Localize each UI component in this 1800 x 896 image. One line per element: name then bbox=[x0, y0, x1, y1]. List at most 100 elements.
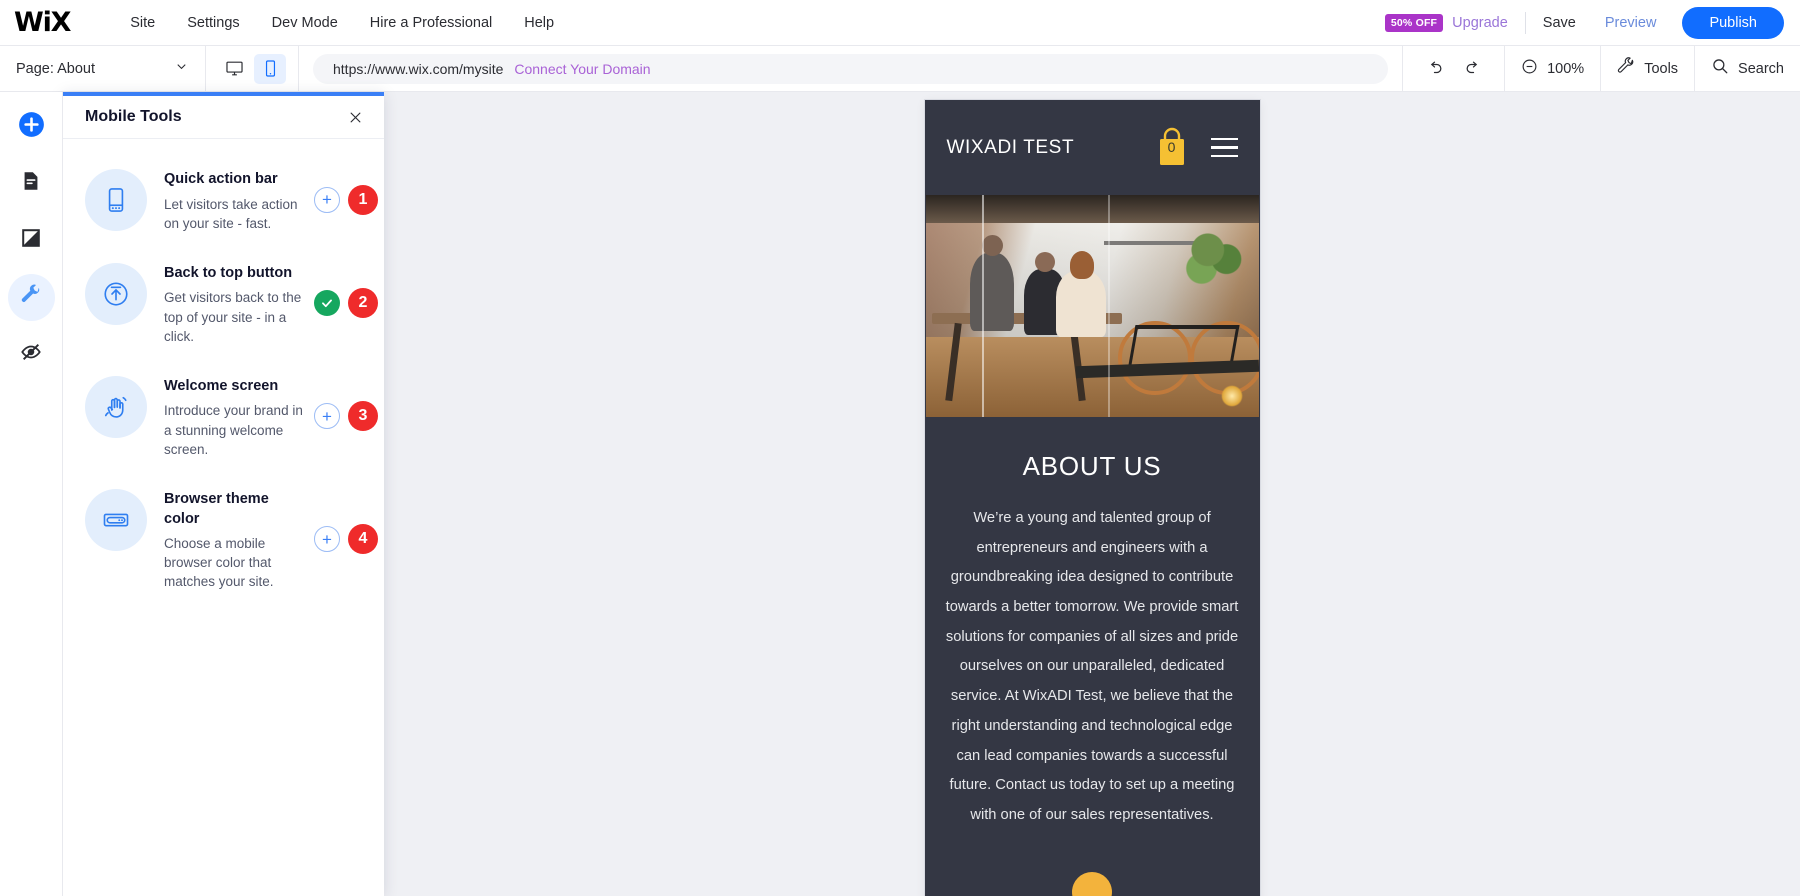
redo-button[interactable] bbox=[1458, 54, 1488, 84]
tool-text: Quick action bar Let visitors take actio… bbox=[164, 167, 307, 233]
top-menu-bar: WiX Site Settings Dev Mode Hire a Profes… bbox=[0, 0, 1800, 46]
check-icon[interactable] bbox=[314, 290, 340, 317]
tool-title: Browser theme color bbox=[164, 490, 269, 527]
hero-lamp bbox=[1220, 385, 1243, 407]
hero-ceiling bbox=[925, 195, 1259, 223]
plus-icon bbox=[18, 111, 45, 143]
tool-row-browser-theme-color[interactable]: Browser theme color Choose a mobile brow… bbox=[63, 473, 384, 606]
preview-button[interactable]: Preview bbox=[1605, 15, 1657, 31]
wrench-icon bbox=[1617, 57, 1635, 80]
upgrade-link[interactable]: Upgrade bbox=[1452, 15, 1508, 31]
site-url: https://www.wix.com/mysite bbox=[333, 60, 504, 77]
undo-button[interactable] bbox=[1419, 54, 1449, 84]
tool-add-button[interactable]: + bbox=[314, 526, 340, 553]
search-button[interactable]: Search bbox=[1695, 46, 1800, 91]
menu-item-hire-a-professional[interactable]: Hire a Professional bbox=[354, 9, 509, 37]
site-url-bar[interactable]: https://www.wix.com/mysite Connect Your … bbox=[313, 53, 1389, 84]
back-to-top-floating-button[interactable] bbox=[1072, 872, 1112, 896]
design-icon bbox=[20, 227, 42, 254]
plus-icon[interactable]: + bbox=[314, 186, 340, 213]
discount-badge: 50% OFF bbox=[1384, 13, 1444, 32]
zoom-out-icon[interactable] bbox=[1521, 58, 1538, 80]
editor-body: Mobile Tools Quick action bar Let visito… bbox=[0, 92, 1800, 896]
page-selector[interactable]: Page: About bbox=[0, 46, 205, 91]
about-paragraph[interactable]: We’re a young and talented group of entr… bbox=[945, 504, 1240, 831]
hero-bicycle-frame bbox=[1127, 325, 1240, 365]
zoom-level-label: 100% bbox=[1547, 60, 1585, 77]
close-icon[interactable] bbox=[344, 106, 366, 128]
sidebar-item-mobile-tools[interactable] bbox=[7, 274, 55, 321]
sidebar-item-add-elements[interactable] bbox=[8, 103, 55, 150]
main-menu: Site Settings Dev Mode Hire a Profession… bbox=[114, 9, 570, 37]
publish-button[interactable]: Publish bbox=[1682, 6, 1784, 39]
menu-item-settings[interactable]: Settings bbox=[171, 9, 255, 37]
editor-canvas: WIXADI TEST 0 ABOUT US We’re a young and… bbox=[384, 92, 1800, 896]
plus-icon[interactable]: + bbox=[314, 403, 340, 430]
sidebar-item-hidden-elements[interactable] bbox=[8, 331, 55, 378]
hero-plant bbox=[1182, 225, 1245, 287]
connect-domain-link[interactable]: Connect Your Domain bbox=[514, 61, 650, 77]
panel-header: Mobile Tools bbox=[63, 96, 384, 139]
wix-logo[interactable]: WiX bbox=[14, 7, 71, 38]
mobile-action-bar-icon bbox=[85, 169, 147, 231]
site-header-actions: 0 bbox=[1153, 127, 1238, 169]
tool-description: Choose a mobile browser color that match… bbox=[164, 536, 274, 590]
desktop-view-button[interactable] bbox=[218, 54, 250, 84]
hamburger-menu-icon[interactable] bbox=[1210, 137, 1238, 158]
waving-hand-icon bbox=[85, 375, 147, 438]
tool-title: Welcome screen bbox=[164, 377, 279, 394]
hero-person bbox=[969, 235, 1014, 331]
about-section[interactable]: ABOUT US We’re a young and talented grou… bbox=[925, 417, 1260, 851]
tool-row-back-to-top-button[interactable]: Back to top button Get visitors back to … bbox=[63, 247, 384, 360]
zoom-control[interactable]: 100% bbox=[1505, 46, 1600, 91]
left-sidebar bbox=[0, 92, 63, 896]
toolbar-right-actions: 100% Tools Search bbox=[1402, 45, 1800, 92]
sidebar-item-site-design[interactable] bbox=[8, 217, 55, 264]
pages-icon bbox=[20, 170, 42, 197]
about-heading[interactable]: ABOUT US bbox=[945, 451, 1240, 482]
tool-enabled-toggle[interactable] bbox=[314, 290, 340, 317]
wrench-icon bbox=[19, 283, 43, 312]
back-to-top-icon bbox=[85, 262, 147, 325]
page-selector-label: Page: About bbox=[16, 60, 96, 77]
search-icon bbox=[1711, 57, 1729, 80]
tool-add-button[interactable]: + bbox=[314, 403, 340, 430]
tool-add-button[interactable]: + bbox=[314, 186, 340, 213]
mobile-view-button[interactable] bbox=[254, 53, 286, 84]
tools-label: Tools bbox=[1644, 60, 1679, 77]
menu-item-help[interactable]: Help bbox=[508, 9, 570, 37]
tool-row-welcome-screen[interactable]: Welcome screen Introduce your brand in a… bbox=[63, 360, 384, 473]
tools-menu-button[interactable]: Tools bbox=[1601, 46, 1694, 91]
tool-title: Back to top button bbox=[164, 264, 293, 281]
site-title[interactable]: WIXADI TEST bbox=[947, 137, 1075, 159]
tool-description: Let visitors take action on your site - … bbox=[164, 196, 298, 231]
chevron-down-icon bbox=[174, 59, 189, 79]
search-label: Search bbox=[1738, 60, 1784, 77]
menu-item-dev-mode[interactable]: Dev Mode bbox=[256, 9, 354, 37]
cart-count: 0 bbox=[1167, 138, 1176, 155]
step-badge-2: 2 bbox=[348, 288, 378, 319]
step-badge-4: 4 bbox=[348, 524, 378, 555]
sidebar-item-pages[interactable] bbox=[8, 160, 55, 207]
menu-item-site[interactable]: Site bbox=[114, 9, 171, 37]
hero-glass-divider bbox=[1107, 195, 1110, 417]
tool-description: Get visitors back to the top of your sit… bbox=[164, 290, 302, 344]
mobile-tools-panel: Mobile Tools Quick action bar Let visito… bbox=[63, 92, 384, 896]
history-controls bbox=[1403, 46, 1504, 91]
hero-image[interactable] bbox=[925, 195, 1259, 417]
top-actions: 50% OFF Upgrade Save Preview Publish bbox=[1384, 6, 1800, 39]
plus-icon[interactable]: + bbox=[314, 526, 340, 553]
hero-glass-divider bbox=[981, 195, 984, 417]
view-mode-switch bbox=[206, 53, 298, 84]
tool-row-quick-action-bar[interactable]: Quick action bar Let visitors take actio… bbox=[63, 153, 384, 247]
cart-icon[interactable]: 0 bbox=[1153, 127, 1191, 169]
save-button[interactable]: Save bbox=[1543, 15, 1576, 31]
tool-text: Back to top button Get visitors back to … bbox=[164, 261, 307, 346]
site-header: WIXADI TEST 0 bbox=[924, 100, 1260, 195]
divider bbox=[298, 45, 299, 92]
tool-text: Welcome screen Introduce your brand in a… bbox=[164, 374, 307, 459]
browser-bar-icon bbox=[85, 488, 147, 551]
tools-list: Quick action bar Let visitors take actio… bbox=[63, 139, 384, 606]
editor-toolbar: Page: About https://www.wix.com/mysite C… bbox=[0, 45, 1800, 92]
mobile-preview-frame[interactable]: WIXADI TEST 0 ABOUT US We’re a young and… bbox=[924, 100, 1260, 896]
